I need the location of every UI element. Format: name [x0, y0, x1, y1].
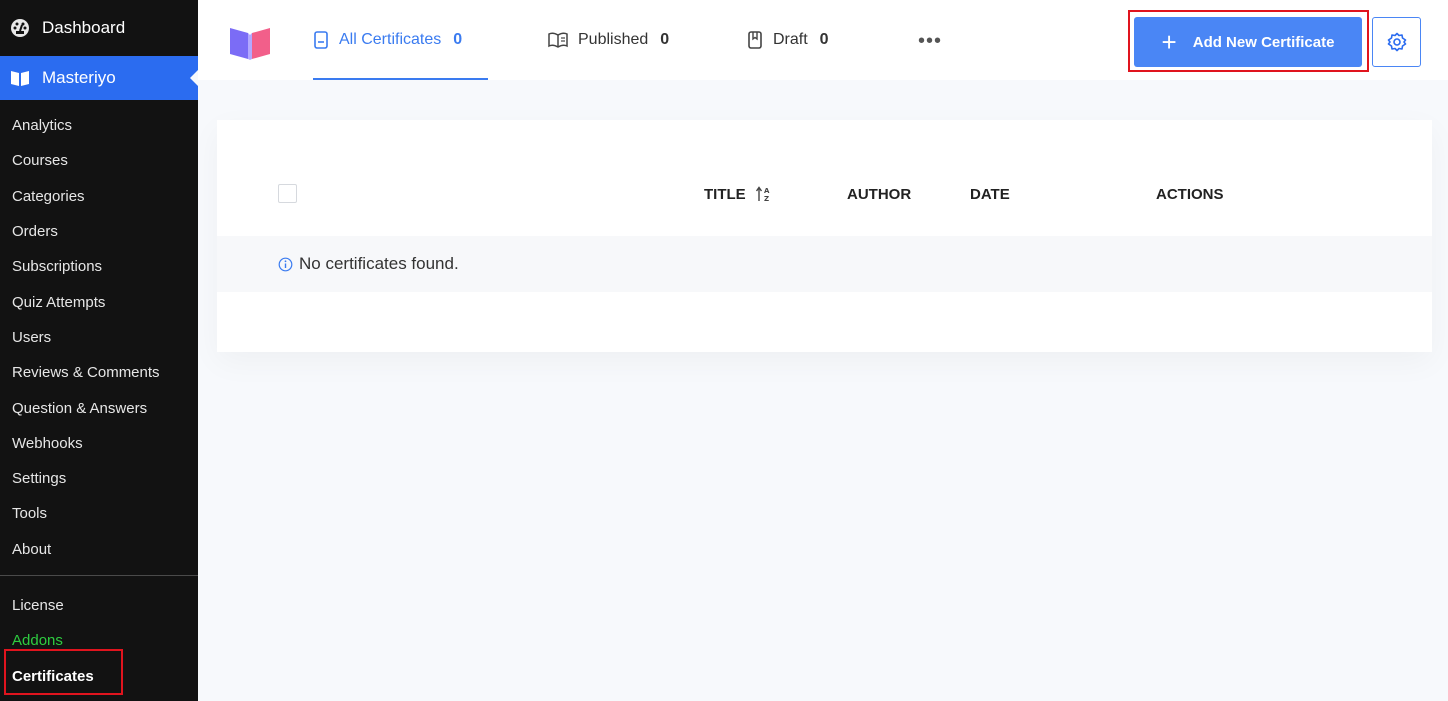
- active-tab-underline: [313, 78, 488, 80]
- sidebar-item-settings[interactable]: Settings: [0, 461, 198, 496]
- tab-published[interactable]: Published 0: [548, 0, 669, 80]
- add-button-label: Add New Certificate: [1192, 33, 1335, 51]
- tab-label: Published: [578, 31, 649, 48]
- empty-state-row: No certificates found.: [217, 236, 1432, 292]
- tab-label: Draft: [773, 31, 808, 48]
- column-header-title[interactable]: TITLE A Z: [704, 184, 772, 204]
- tab-count: 0: [453, 31, 463, 48]
- gear-icon: [1387, 32, 1406, 52]
- info-icon: [278, 257, 293, 271]
- certificates-table-card: TITLE A Z AUTHOR DATE ACTIONS No certifi…: [217, 120, 1432, 352]
- sidebar-item-subscriptions[interactable]: Subscriptions: [0, 249, 198, 284]
- sidebar-item-about[interactable]: About: [0, 532, 198, 567]
- sidebar-item-masteriyo[interactable]: Masteriyo: [0, 56, 198, 100]
- page-header: All Certificates 0 Published 0 Draft 0 •…: [198, 0, 1448, 80]
- sidebar-item-courses[interactable]: Courses: [0, 143, 198, 178]
- sidebar-submenu: Analytics Courses Categories Orders Subs…: [0, 100, 198, 694]
- masteriyo-logo[interactable]: [228, 24, 272, 65]
- svg-text:A: A: [764, 187, 770, 195]
- settings-button[interactable]: [1372, 17, 1421, 67]
- sidebar-item-label: Dashboard: [42, 18, 126, 37]
- add-new-certificate-button[interactable]: + Add New Certificate: [1134, 17, 1362, 67]
- book-open-icon: [548, 32, 568, 48]
- sidebar-item-quiz-attempts[interactable]: Quiz Attempts: [0, 284, 198, 319]
- sidebar-item-license[interactable]: License: [0, 588, 198, 623]
- column-header-author: AUTHOR: [847, 185, 912, 203]
- sidebar-item-webhooks[interactable]: Webhooks: [0, 426, 198, 461]
- admin-sidebar: Dashboard Masteriyo Analytics Courses Ca…: [0, 0, 198, 701]
- column-header-date: DATE: [970, 185, 1010, 203]
- sidebar-item-label: Masteriyo: [42, 68, 116, 87]
- tab-count: 0: [819, 31, 829, 48]
- masteriyo-logo-icon: [230, 28, 270, 60]
- document-icon: [314, 31, 328, 49]
- highlight-box-certificates: [4, 649, 123, 695]
- current-menu-arrow: [190, 70, 198, 86]
- more-tabs-button[interactable]: •••: [918, 30, 942, 53]
- sidebar-item-dashboard[interactable]: Dashboard: [0, 0, 198, 56]
- sidebar-item-orders[interactable]: Orders: [0, 214, 198, 249]
- sidebar-item-reviews-comments[interactable]: Reviews & Comments: [0, 355, 198, 390]
- dashboard-gauge-icon: [11, 19, 29, 37]
- tab-draft[interactable]: Draft 0: [747, 0, 829, 80]
- tab-count: 0: [660, 31, 670, 48]
- tab-label: All Certificates: [339, 31, 442, 48]
- bookmark-book-icon: [748, 31, 762, 49]
- tab-all-certificates[interactable]: All Certificates 0: [313, 0, 488, 80]
- sidebar-item-tools[interactable]: Tools: [0, 496, 198, 531]
- sidebar-item-question-answers[interactable]: Question & Answers: [0, 390, 198, 425]
- table-header: TITLE A Z AUTHOR DATE ACTIONS: [217, 120, 1432, 236]
- plus-icon: +: [1161, 27, 1177, 57]
- column-header-actions: ACTIONS: [1156, 185, 1224, 203]
- svg-text:Z: Z: [764, 195, 769, 203]
- sidebar-divider: [0, 574, 198, 576]
- sort-alpha-icon: A Z: [755, 186, 770, 203]
- sidebar-item-users[interactable]: Users: [0, 320, 198, 355]
- column-title-label: TITLE: [704, 185, 746, 203]
- sidebar-item-analytics[interactable]: Analytics: [0, 108, 198, 143]
- select-all-checkbox[interactable]: [278, 184, 297, 203]
- masteriyo-book-icon: [11, 71, 29, 86]
- empty-state-message: No certificates found.: [299, 254, 459, 273]
- sidebar-item-categories[interactable]: Categories: [0, 179, 198, 214]
